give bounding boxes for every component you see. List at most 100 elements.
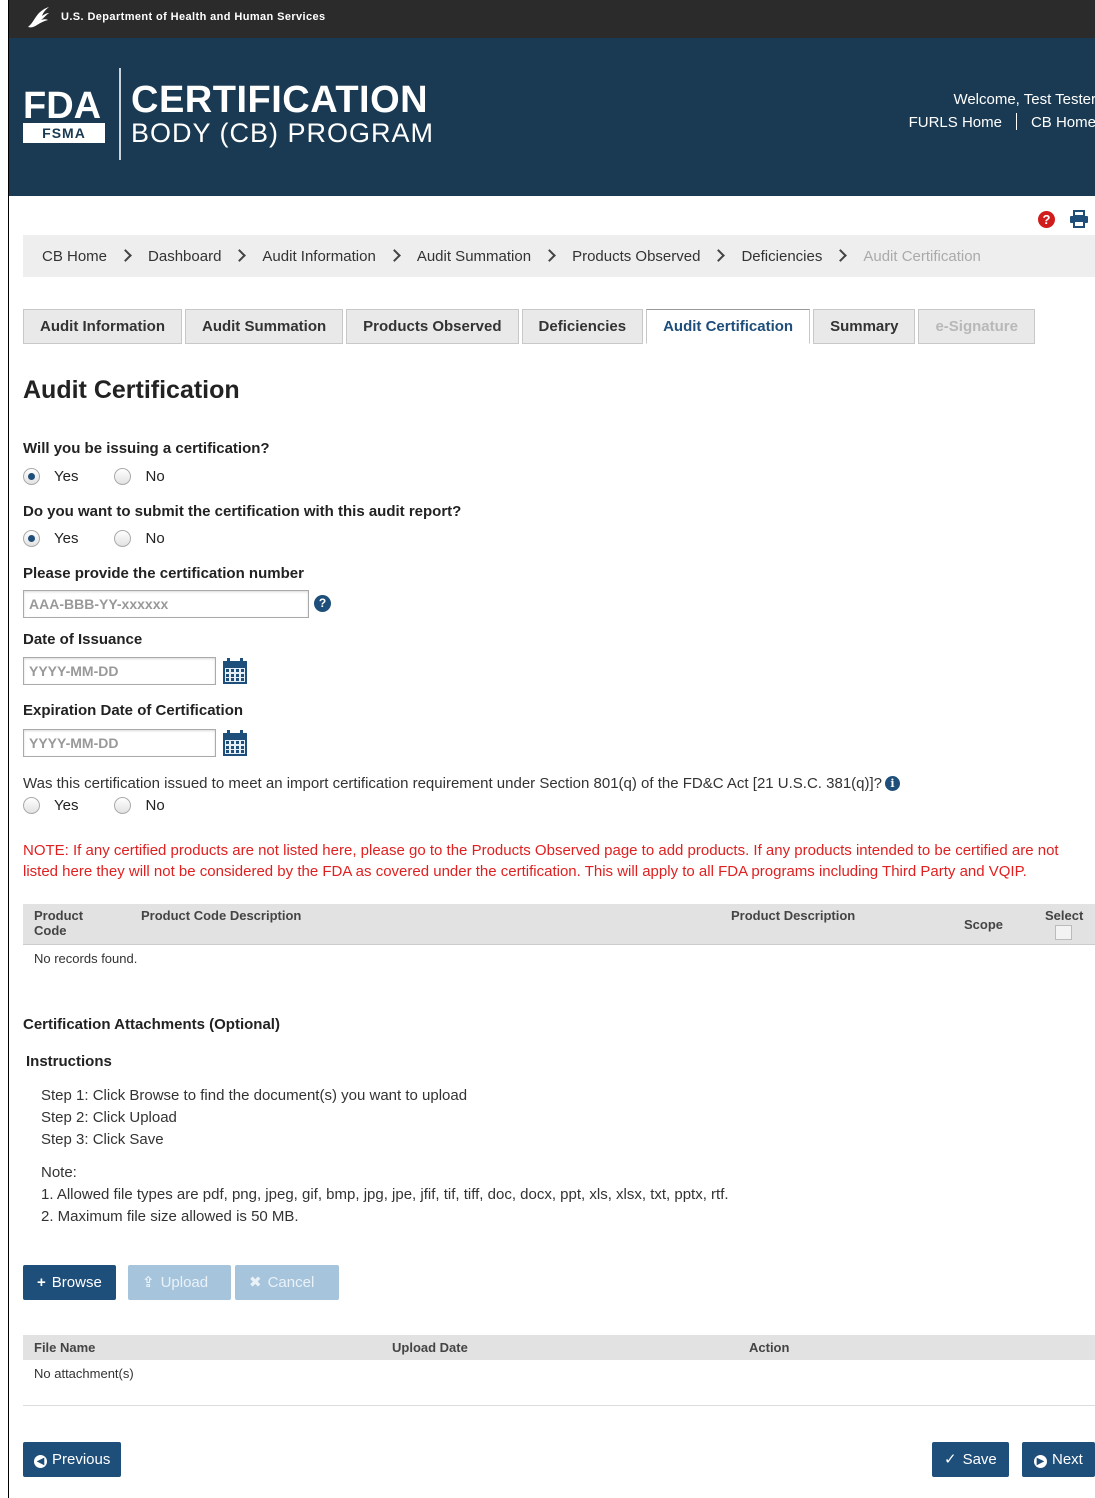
help-icon[interactable]: ? [1038, 211, 1055, 228]
submit-yes-label[interactable]: Yes [54, 530, 78, 547]
submit-no-radio[interactable] [114, 530, 132, 547]
check-icon: ✓ [944, 1451, 957, 1468]
breadcrumb-cb-home[interactable]: CB Home [42, 248, 107, 265]
instruction-step-2: Step 2: Click Upload [41, 1109, 177, 1126]
chevron-right-icon [387, 248, 401, 262]
certification-number-label: Please provide the certification number [23, 565, 304, 582]
attachments-empty-message: No attachment(s) [34, 1366, 134, 1381]
header-links: FURLS Home CB Home [909, 113, 1095, 131]
col-file-name: File Name [34, 1340, 96, 1355]
section-divider [23, 1405, 1095, 1406]
save-label: Save [962, 1451, 997, 1468]
instructions-title: Instructions [26, 1053, 112, 1070]
program-subtitle: BODY (CB) PROGRAM [131, 118, 435, 148]
close-icon: ✖ [249, 1274, 262, 1291]
program-title: CERTIFICATION [131, 79, 429, 121]
import-yes-label[interactable]: Yes [54, 797, 78, 814]
expiration-date-input[interactable] [23, 729, 216, 757]
chevron-right-icon [233, 248, 247, 262]
expiration-date-label: Expiration Date of Certification [23, 702, 244, 719]
chevron-right-icon [543, 248, 556, 262]
col-product-code-line1: Product [34, 908, 84, 923]
select-all-checkbox[interactable] [1055, 925, 1072, 940]
breadcrumb-audit-summation[interactable]: Audit Summation [417, 248, 531, 265]
col-action: Action [749, 1340, 790, 1355]
step-tabs: Audit Information Audit Summation Produc… [23, 309, 1038, 344]
breadcrumb-dashboard[interactable]: Dashboard [148, 248, 221, 265]
products-note: NOTE: If any certified products are not … [23, 842, 1059, 880]
tab-deficiencies[interactable]: Deficiencies [521, 309, 644, 344]
import-certification-question: Was this certification issued to meet an… [23, 775, 900, 792]
header-divider [119, 68, 121, 160]
import-yes-radio[interactable] [23, 797, 40, 814]
page-title: Audit Certification [23, 376, 240, 404]
note-file-types: 1. Allowed file types are pdf, png, jpeg… [41, 1186, 729, 1203]
breadcrumb-audit-certification: Audit Certification [863, 247, 981, 265]
fda-logo-text: FDA [23, 86, 101, 122]
print-icon[interactable] [1069, 210, 1089, 228]
next-button[interactable]: ▶ Next [1022, 1442, 1095, 1477]
tab-e-signature: e-Signature [918, 309, 1035, 344]
furls-home-link[interactable]: FURLS Home [909, 114, 1002, 131]
chevron-right-icon: ▶ [1034, 1455, 1047, 1468]
products-table-header: Product Code Product Code Description Pr… [23, 904, 1095, 945]
previous-button[interactable]: ◀ Previous [23, 1442, 122, 1477]
browse-button[interactable]: + Browse [23, 1265, 116, 1300]
fsma-logo: FSMA [23, 123, 105, 143]
previous-label: Previous [52, 1451, 111, 1468]
certification-number-help-icon[interactable]: ? [314, 595, 331, 612]
chevron-right-icon [119, 248, 132, 262]
issuing-yes-radio[interactable] [23, 468, 40, 485]
hhs-department-text: U.S. Department of Health and Human Serv… [61, 11, 326, 23]
submit-no-label[interactable]: No [145, 530, 164, 547]
tab-summary[interactable]: Summary [813, 309, 916, 344]
browse-label: Browse [51, 1274, 102, 1291]
attachments-table-header: File Name Upload Date Action [23, 1335, 1095, 1360]
col-scope: Scope [964, 917, 1004, 932]
col-upload-date: Upload Date [392, 1340, 468, 1355]
hhs-eagle-icon [28, 7, 49, 28]
instruction-step-1: Step 1: Click Browse to find the documen… [41, 1087, 468, 1104]
products-table: Product Code Product Code Description Pr… [23, 904, 1095, 966]
note-title: Note: [41, 1164, 77, 1181]
col-product-code-line2: Code [34, 923, 67, 938]
calendar-icon[interactable] [222, 657, 248, 685]
chevron-right-icon [712, 248, 726, 262]
header-link-separator [1015, 113, 1017, 130]
issuing-no-radio[interactable] [114, 468, 132, 485]
issuing-yes-label[interactable]: Yes [54, 468, 78, 485]
upload-label: Upload [160, 1274, 209, 1291]
col-product-code-description: Product Code Description [141, 908, 302, 923]
breadcrumb: CB Home Dashboard Audit Information Audi… [23, 235, 1095, 277]
tab-audit-information[interactable]: Audit Information [23, 309, 182, 344]
page-frame: U.S. Department of Health and Human Serv… [8, 0, 1095, 1498]
upload-button: ⇪ Upload [128, 1265, 231, 1300]
cb-home-link[interactable]: CB Home [1031, 114, 1095, 131]
cancel-button: ✖ Cancel [235, 1265, 339, 1300]
col-select: Select [1045, 908, 1084, 923]
issuing-no-label[interactable]: No [145, 468, 164, 485]
submit-yes-radio[interactable] [23, 530, 40, 547]
note-max-size: 2. Maximum file size allowed is 50 MB. [41, 1208, 299, 1225]
upload-icon: ⇪ [142, 1274, 155, 1291]
instruction-step-3: Step 3: Click Save [41, 1131, 164, 1148]
program-header: FDA FSMA CERTIFICATION BODY (CB) PROGRAM… [9, 38, 1095, 196]
certification-number-input[interactable] [23, 590, 309, 618]
chevron-right-icon [834, 248, 848, 262]
breadcrumb-deficiencies[interactable]: Deficiencies [741, 248, 822, 265]
date-of-issuance-input[interactable] [23, 657, 216, 685]
tab-products-observed[interactable]: Products Observed [346, 309, 519, 344]
import-no-label[interactable]: No [145, 797, 164, 814]
col-product-code: Product Code [34, 908, 83, 938]
info-icon[interactable]: i [885, 776, 900, 791]
issuing-certification-radios: Yes No [23, 468, 201, 485]
breadcrumb-audit-information[interactable]: Audit Information [262, 248, 375, 265]
breadcrumb-products-observed[interactable]: Products Observed [572, 248, 700, 265]
calendar-icon[interactable] [222, 729, 248, 757]
tab-audit-certification[interactable]: Audit Certification [646, 309, 811, 344]
import-no-radio[interactable] [114, 797, 132, 814]
tab-audit-summation[interactable]: Audit Summation [184, 309, 344, 344]
chevron-left-icon: ◀ [34, 1455, 47, 1468]
save-button[interactable]: ✓ Save [932, 1442, 1009, 1477]
import-certification-text: Was this certification issued to meet an… [23, 775, 882, 792]
